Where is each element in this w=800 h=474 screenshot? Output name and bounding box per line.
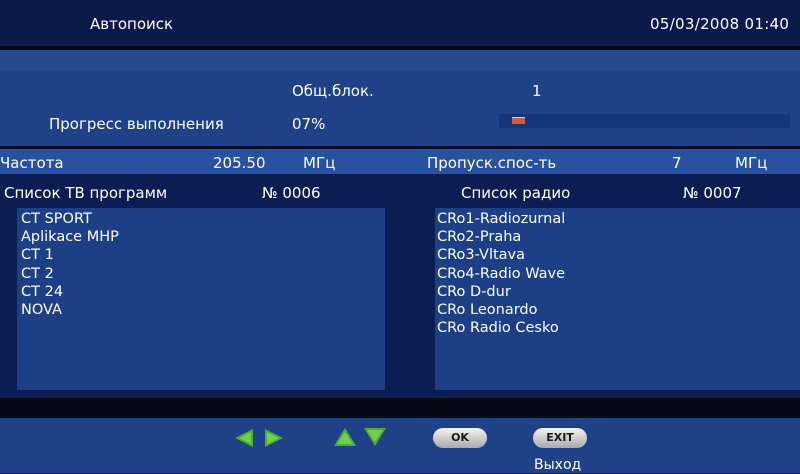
radio-list-count: № 0007 — [683, 184, 742, 202]
tv-list-count: № 0006 — [262, 184, 321, 202]
list-item[interactable]: CRo1-Radiozurnal — [437, 210, 798, 228]
list-item[interactable]: CRo4-Radio Wave — [437, 265, 798, 283]
list-item[interactable]: Aplikace MHP — [21, 228, 381, 246]
frequency-value: 205.50 — [213, 154, 266, 172]
list-item[interactable]: CRo2-Praha — [437, 228, 798, 246]
footer-divider — [0, 398, 800, 418]
list-item[interactable]: CRo Leonardo — [437, 301, 798, 319]
list-item[interactable]: CT SPORT — [21, 210, 381, 228]
list-item[interactable]: CRo3-Vltava — [437, 246, 798, 264]
bandwidth-label: Пропуск.спос-ть — [427, 154, 557, 172]
blocks-label: Общ.блок. — [292, 82, 374, 100]
list-item[interactable]: NOVA — [21, 301, 381, 319]
exit-caption: Выход — [534, 457, 582, 473]
exit-button[interactable]: EXIT — [533, 428, 587, 448]
list-item[interactable]: CT 24 — [21, 283, 381, 301]
footer-bar — [0, 418, 800, 473]
progress-percent: 07% — [292, 115, 326, 133]
up-down-arrows-icon — [334, 428, 386, 446]
frequency-unit: МГц — [303, 154, 336, 172]
list-item[interactable]: CT 2 — [21, 265, 381, 283]
radio-list-title: Список радио — [461, 184, 571, 202]
radio-program-list[interactable]: CRo1-Radiozurnal CRo2-Praha CRo3-Vltava CRo… — [435, 208, 800, 390]
list-item[interactable]: CRo D-dur — [437, 283, 798, 301]
left-right-arrows-icon — [235, 429, 283, 447]
top-strip — [0, 50, 800, 70]
bandwidth-unit: МГц — [735, 154, 768, 172]
list-item[interactable]: CT 1 — [21, 246, 381, 264]
progress-panel — [0, 70, 800, 146]
blocks-value: 1 — [532, 82, 542, 100]
progress-label: Прогресс выполнения — [49, 115, 224, 133]
page-title: Автопоиск — [90, 15, 174, 33]
progress-bar-fill — [512, 117, 525, 124]
tv-program-list[interactable]: CT SPORT Aplikace MHP CT 1 CT 2 CT 24 NOVA — [17, 208, 385, 390]
list-item[interactable]: CRo Radio Cesko — [437, 319, 798, 337]
frequency-label: Частота — [0, 154, 64, 172]
progress-bar — [499, 114, 790, 128]
tv-list-title: Список ТВ программ — [4, 184, 168, 202]
datetime: 05/03/2008 01:40 — [650, 15, 790, 33]
bandwidth-value: 7 — [672, 154, 682, 172]
ok-button[interactable]: OK — [433, 428, 487, 448]
